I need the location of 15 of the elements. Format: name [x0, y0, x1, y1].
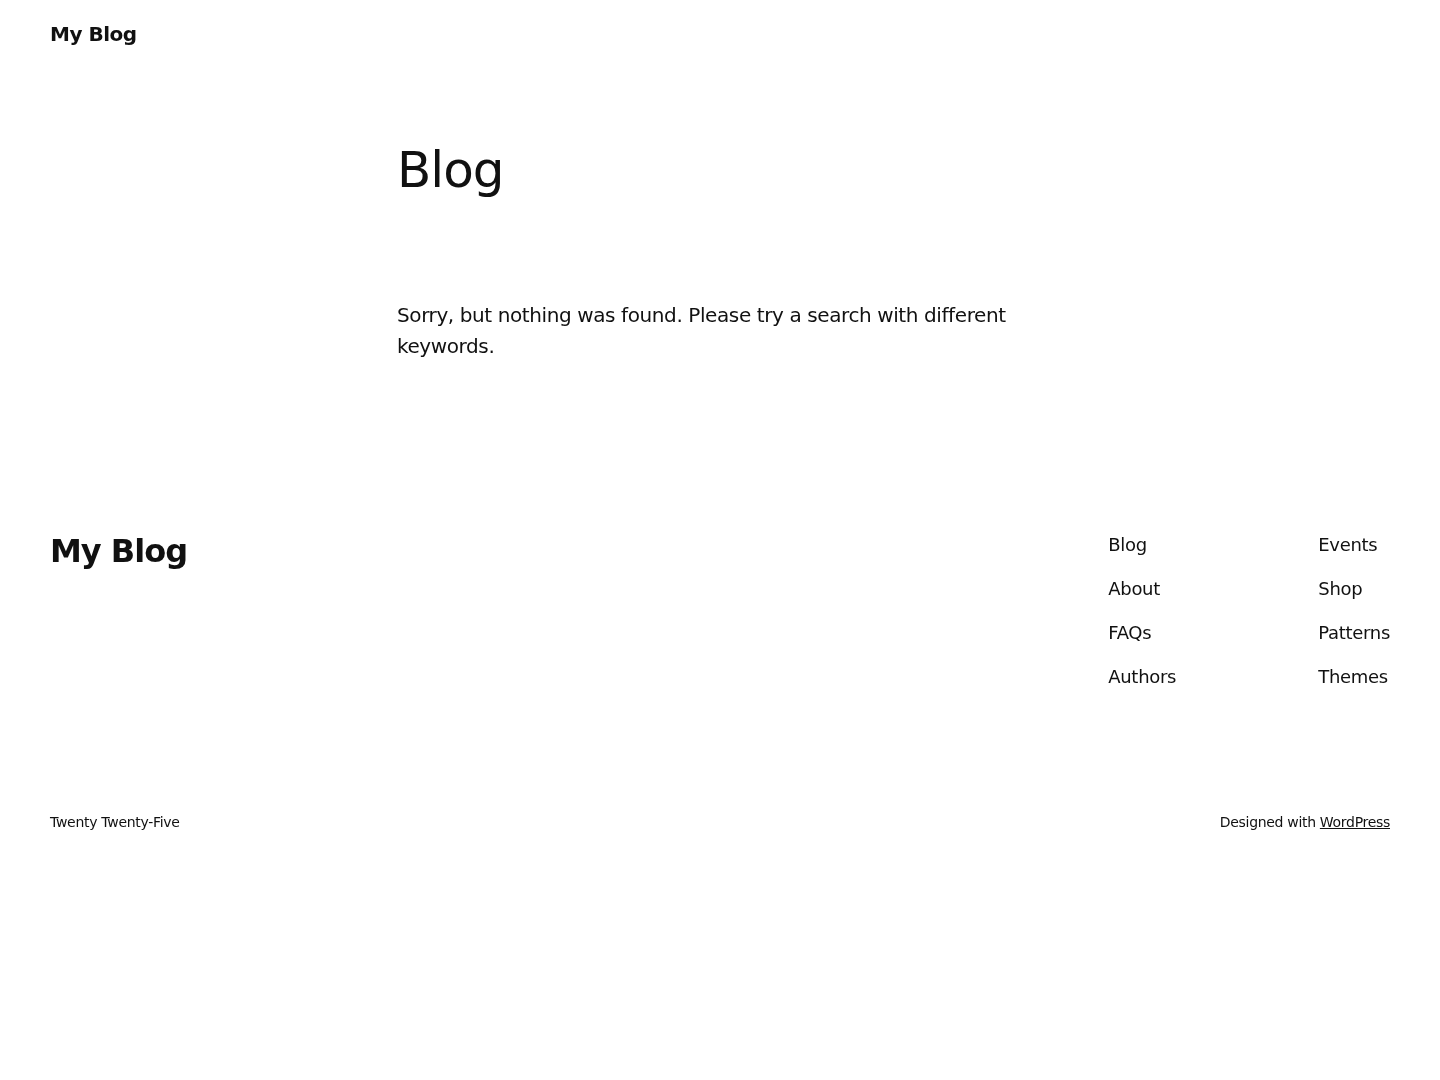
footer-nav-link[interactable]: FAQs [1108, 620, 1152, 645]
credit-text: Designed with [1219, 814, 1316, 830]
site-title-link[interactable]: My Blog [50, 22, 137, 46]
wordpress-link[interactable]: WordPress [1319, 814, 1390, 830]
footer-nav-link[interactable]: Blog [1108, 532, 1147, 557]
footer-nav-link[interactable]: Events [1318, 532, 1378, 557]
footer-nav-link[interactable]: Shop [1318, 576, 1363, 601]
no-results-message: Sorry, but nothing was found. Please try a search with different keywords. [397, 302, 1007, 360]
theme-name: Twenty Twenty-Five [50, 814, 180, 830]
footer-nav-link[interactable]: Authors [1108, 664, 1177, 689]
page-title: Blog [397, 140, 505, 200]
footer-nav-link[interactable]: About [1108, 576, 1160, 601]
footer-nav-link[interactable]: Themes [1318, 664, 1388, 689]
footer-nav-link[interactable]: Patterns [1318, 620, 1390, 645]
footer-site-title-link[interactable]: My Blog [50, 532, 188, 570]
